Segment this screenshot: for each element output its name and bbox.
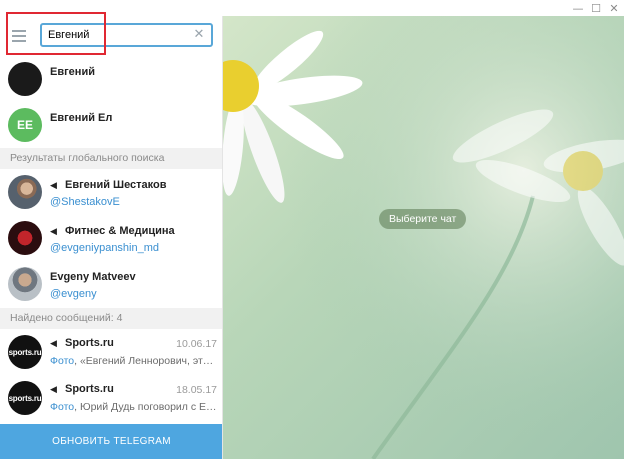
message-preview: Фото, «Евгений Леннорович, это н... [50,355,218,367]
avatar: sports.ru [8,381,42,415]
message-preview: Фото, Юрий Дудь поговорил с Евг... [50,401,218,413]
clear-search-icon[interactable]: ✕ [191,27,207,43]
global-result-shestakov[interactable]: ◀ Евгений Шестаков @ShestakovE [0,169,222,215]
minimize-button[interactable]: — [568,0,588,16]
title-bar: — ☐ ✕ [0,0,624,16]
megaphone-icon: ◀ [50,385,57,395]
update-telegram-button[interactable]: ОБНОВИТЬ TELEGRAM [0,424,222,459]
result-handle: @evgeny [50,288,97,300]
telegram-window: — ☐ ✕ ✕ Евгений ЕЕ Евгений Ел Результаты… [0,0,624,459]
megaphone-icon: ◀ [50,339,57,349]
global-result-matveev[interactable]: Evgeny Matveev @evgeny [0,261,222,307]
result-name: ◀ Евгений Шестаков [50,179,167,191]
messages-found-header: Найдено сообщений: 4 [0,308,222,329]
message-result-2[interactable]: sports.ru ◀ Sports.ru 18.05.17 Фото, Юрий… [0,375,222,421]
search-bar: ✕ [0,16,222,56]
message-date: 18.05.17 [176,384,217,396]
avatar [8,267,42,301]
chat-area-background: Выберите чат [223,16,624,459]
daisy-wallpaper [223,16,624,459]
message-chat-name: ◀ Sports.ru [50,383,114,395]
result-name: ◀ Фитнес & Медицина [50,225,175,237]
avatar [8,175,42,209]
chat-name: Евгений Ел [50,112,113,124]
close-button[interactable]: ✕ [604,0,624,16]
avatar [8,221,42,255]
chat-item-evgeniy-el[interactable]: ЕЕ Евгений Ел [0,102,222,148]
message-result-1[interactable]: sports.ru ◀ Sports.ru 10.06.17 Фото, «Евг… [0,329,222,375]
global-result-fitness[interactable]: ◀ Фитнес & Медицина @evgeniypanshin_md [0,215,222,261]
search-input[interactable] [42,25,182,45]
global-search-header: Результаты глобального поиска [0,148,222,169]
megaphone-icon: ◀ [50,227,57,237]
avatar [8,62,42,96]
chat-item-evgeniy[interactable]: Евгений [0,56,222,102]
avatar: ЕЕ [8,108,42,142]
avatar: sports.ru [8,335,42,369]
megaphone-icon: ◀ [50,181,57,191]
message-chat-name: ◀ Sports.ru [50,337,114,349]
search-field[interactable]: ✕ [40,23,213,47]
sidebar: ✕ Евгений ЕЕ Евгений Ел Результаты глоба… [0,16,223,459]
result-handle: @evgeniypanshin_md [50,242,160,254]
select-chat-hint: Выберите чат [379,209,467,229]
chat-name: Евгений [50,66,95,78]
result-handle: @ShestakovE [50,196,120,208]
result-name: Evgeny Matveev [50,271,136,283]
hamburger-menu-icon[interactable] [10,27,28,43]
maximize-button[interactable]: ☐ [586,0,606,16]
message-date: 10.06.17 [176,338,217,350]
